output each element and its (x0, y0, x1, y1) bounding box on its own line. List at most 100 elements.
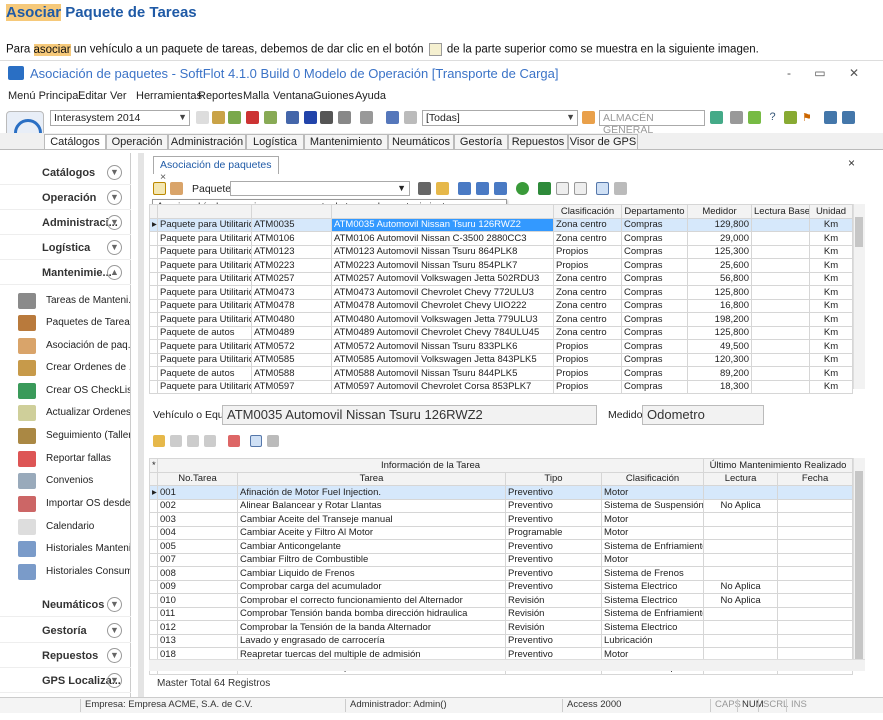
table-cell[interactable] (703, 606, 779, 621)
table-cell[interactable] (149, 352, 158, 367)
table-cell[interactable]: 89,200 (687, 366, 752, 381)
table-cell[interactable]: 120,300 (687, 352, 752, 367)
tab-neumaticos[interactable]: Neumáticos (388, 134, 454, 150)
table-cell[interactable] (751, 217, 810, 232)
table-cell[interactable]: Compras (621, 231, 688, 246)
grid2-header-fecha[interactable]: Fecha (777, 471, 854, 486)
table-cell[interactable] (777, 485, 854, 500)
table-cell[interactable]: No Aplica (703, 593, 779, 608)
chart-icon[interactable] (228, 111, 241, 124)
doc-tab-asociacion[interactable]: Asociación de paquetes × (153, 156, 279, 183)
splitter[interactable] (138, 153, 144, 701)
table-row[interactable]: 009 Comprobar carga del acumulador Prevent… (149, 579, 854, 594)
table-cell[interactable] (777, 552, 854, 567)
table-cell[interactable]: Preventivo (505, 579, 602, 594)
table-cell[interactable]: Propios (553, 339, 622, 354)
grid1-header[interactable] (157, 204, 252, 219)
sidebar-group-gestoria[interactable]: Gestoría ▼ (0, 619, 131, 643)
table-cell[interactable]: Zona centro (553, 217, 622, 232)
table-cell[interactable]: Afinación de Motor Fuel Injection. (237, 485, 506, 500)
table-cell[interactable]: 009 (157, 579, 238, 594)
table-cell[interactable] (777, 566, 854, 581)
table-row[interactable]: 010 Comprobar el correcto funcionamiento … (149, 593, 854, 608)
search-icon[interactable] (153, 435, 165, 447)
table-cell[interactable]: ATM0223 Automovil Nissan Tsuru 854PLK7 (331, 258, 554, 273)
table-cell[interactable]: Zona centro (553, 312, 622, 327)
edit-icon[interactable] (556, 182, 569, 195)
table-cell[interactable]: ATM0223 (251, 258, 332, 273)
table-cell[interactable]: Motor (600, 525, 705, 540)
table-cell[interactable]: 002 (157, 498, 238, 513)
tab-operacion[interactable]: Operación (106, 134, 168, 150)
table-cell[interactable]: 25,600 (687, 258, 752, 273)
excel-icon[interactable] (538, 182, 551, 195)
tab-gestoria[interactable]: Gestoría (454, 134, 508, 150)
help-icon[interactable]: ? (766, 111, 779, 124)
tab-visor-gps[interactable]: Visor de GPS (568, 134, 638, 150)
table-cell[interactable]: Paquete para Utilitarios (157, 244, 252, 259)
table-cell[interactable]: Km (809, 271, 853, 286)
grid1-header[interactable] (251, 204, 332, 219)
print-icon[interactable] (614, 182, 627, 195)
menu-herramientas[interactable]: Herramientas (136, 90, 202, 102)
table-cell[interactable]: 18,300 (687, 379, 752, 394)
sidebar-item-crear-ordenes[interactable]: Crear Ordenes de ... (18, 358, 130, 378)
table-cell[interactable]: 012 (157, 620, 238, 635)
table-icon[interactable] (404, 111, 417, 124)
table-cell[interactable]: Zona centro (553, 271, 622, 286)
sidebar-group-catalogos[interactable]: Catálogos ▼ (0, 161, 131, 185)
clock-icon[interactable] (196, 111, 209, 124)
table-cell[interactable] (149, 366, 158, 381)
table-cell[interactable]: ATM0597 Automovil Chevrolet Corsa 853PLK… (331, 379, 554, 394)
table-cell[interactable]: ATM0473 (251, 285, 332, 300)
table-cell[interactable] (149, 512, 158, 527)
grid2-header-clasificacion[interactable]: Clasificación (600, 471, 705, 486)
table-cell[interactable]: ATM0588 (251, 366, 332, 381)
table-cell[interactable]: 011 (157, 606, 238, 621)
alert-icon[interactable] (246, 111, 259, 124)
tree-expand-icon[interactable] (458, 182, 471, 195)
refresh-icon[interactable] (516, 182, 529, 195)
table-row[interactable]: Paquete para Utilitarios ATM0473 ATM0473 A… (149, 285, 853, 300)
table-cell[interactable]: Km (809, 231, 853, 246)
table-cell[interactable] (149, 285, 158, 300)
table-cell[interactable]: Propios (553, 258, 622, 273)
table-cell[interactable]: Cambiar Anticongelante (237, 539, 506, 554)
table-cell[interactable] (703, 566, 779, 581)
table-cell[interactable]: 004 (157, 525, 238, 540)
table-row[interactable]: 011 Comprobar Tensión banda bomba direcci… (149, 606, 854, 621)
home-icon[interactable] (582, 111, 595, 124)
grid1-header-lectura-base[interactable]: Lectura Base (751, 204, 810, 219)
table-cell[interactable] (751, 258, 810, 273)
table-row[interactable]: Paquete para Utilitarios ATM0106 ATM0106 A… (149, 231, 853, 246)
table-cell[interactable] (149, 633, 158, 648)
table-cell[interactable] (777, 593, 854, 608)
table-cell[interactable]: Comprobar la Tensión de la banda Alterna… (237, 620, 506, 635)
table-cell[interactable] (149, 379, 158, 394)
table-cell[interactable]: No Aplica (703, 498, 779, 513)
table-cell[interactable]: ATM0588 Automovil Nissan Tsuru 844PLK5 (331, 366, 554, 381)
table-row[interactable]: Paquete para Utilitarios ATM0585 ATM0585 A… (149, 352, 853, 367)
sidebar-group-neumaticos[interactable]: Neumáticos ▼ (0, 593, 131, 617)
table-cell[interactable]: ATM0489 Automovil Chevrolet Chevy 784ULU… (331, 325, 554, 340)
filter-icon[interactable] (436, 182, 449, 195)
table-cell[interactable]: No Aplica (703, 579, 779, 594)
settings-icon[interactable] (360, 111, 373, 124)
table-row[interactable]: Paquete para Utilitarios ATM0478 ATM0478 A… (149, 298, 853, 313)
export-icon[interactable] (204, 435, 216, 447)
table-cell[interactable]: Compras (621, 271, 688, 286)
table-cell[interactable]: ATM0035 Automovil Nissan Tsuru 126RWZ2 (331, 217, 554, 232)
table-cell[interactable]: Km (809, 366, 853, 381)
table-cell[interactable] (751, 352, 810, 367)
table-cell[interactable]: Comprobar el correcto funcionamiento del… (237, 593, 506, 608)
table-cell[interactable] (149, 525, 158, 540)
table-cell[interactable]: Paquete de autos (157, 325, 252, 340)
table-row[interactable]: 012 Comprobar la Tensión de la banda Alte… (149, 620, 854, 635)
grid2-h-scrollbar[interactable] (149, 659, 865, 671)
table-row[interactable]: ▸ Paquete para Utilitarios ATM0035 ATM0035 … (149, 217, 853, 232)
edit-icon[interactable] (170, 435, 182, 447)
table-cell[interactable] (149, 566, 158, 581)
table-cell[interactable]: Km (809, 379, 853, 394)
sidebar-item-tareas[interactable]: Tareas de Manteni... (18, 291, 130, 311)
table-cell[interactable]: Km (809, 312, 853, 327)
